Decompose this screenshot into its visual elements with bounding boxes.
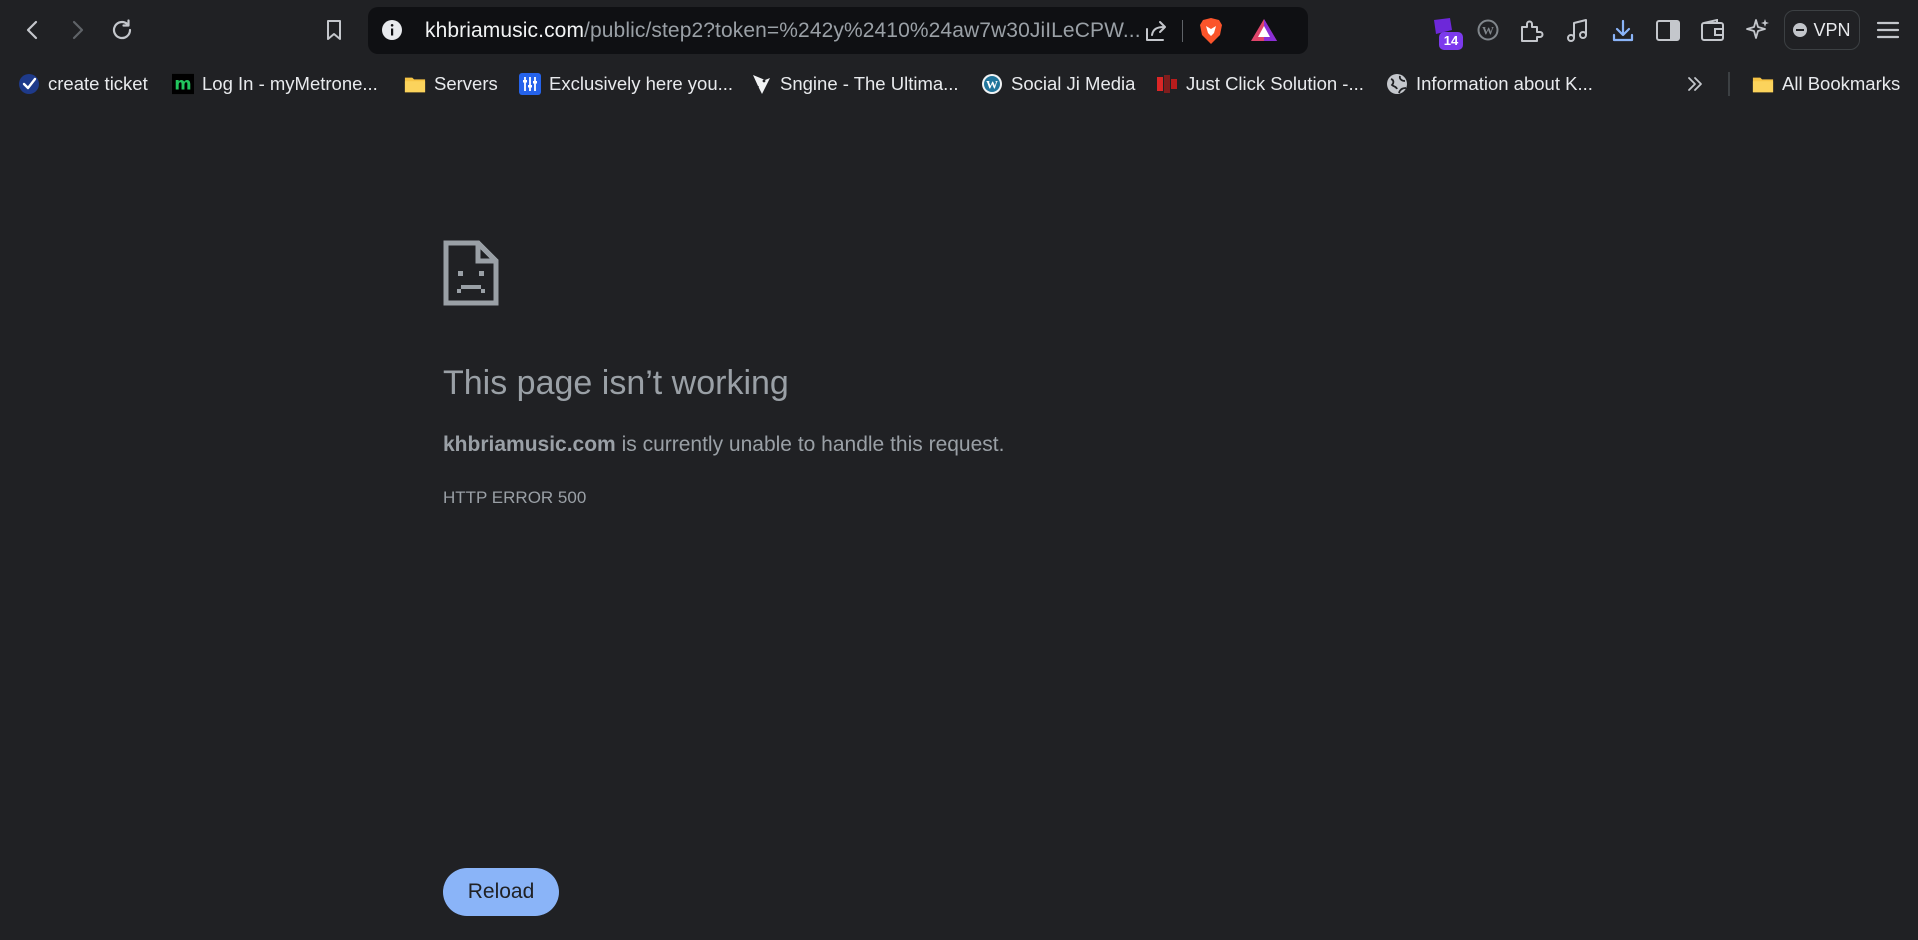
svg-text:m: m xyxy=(174,75,191,94)
bookmark-label: create ticket xyxy=(48,73,148,94)
sliders-icon xyxy=(519,73,541,95)
brave-shields-icon[interactable] xyxy=(1198,17,1224,45)
share-icon[interactable] xyxy=(1143,19,1169,43)
error-host: khbriamusic.com xyxy=(443,433,616,456)
bookmark-sngine[interactable]: Sngine - The Ultima... xyxy=(750,69,959,99)
download-icon[interactable] xyxy=(1611,18,1635,44)
bookmark-label: Servers xyxy=(434,73,498,94)
url-path: /public/step2?token=%242y%2410%24aw7w30J… xyxy=(584,19,1141,42)
svg-text:W: W xyxy=(1482,24,1494,38)
bookmark-just-click-solution[interactable]: Just Click Solution -... xyxy=(1156,69,1364,99)
svg-text:W: W xyxy=(986,78,998,92)
bookmark-log-in-mymetronome[interactable]: m Log In - myMetrone... xyxy=(172,69,378,99)
back-button[interactable] xyxy=(15,12,51,48)
vpn-status-icon xyxy=(1793,23,1808,37)
address-divider xyxy=(1182,20,1183,42)
bookmark-page-button[interactable] xyxy=(316,12,352,48)
wallet-icon[interactable] xyxy=(1700,19,1726,43)
extensions-puzzle-icon[interactable] xyxy=(1518,18,1544,44)
reload-button[interactable]: Reload xyxy=(443,868,559,916)
double-chevron-right-icon xyxy=(1684,73,1706,95)
bookmarks-divider xyxy=(1728,72,1730,96)
wordpress-extension-icon[interactable]: W xyxy=(1477,19,1499,41)
bookmark-create-ticket[interactable]: create ticket xyxy=(18,69,148,99)
leo-ai-sparkle-icon[interactable] xyxy=(1745,17,1771,43)
error-message-text: is currently unable to handle this reque… xyxy=(615,433,1005,456)
extension-badge: 14 xyxy=(1439,32,1463,50)
jcs-logo-icon xyxy=(1156,73,1178,95)
all-bookmarks-label: All Bookmarks xyxy=(1782,73,1901,94)
url-text: khbriamusic.com/public/step2?token=%242y… xyxy=(425,19,1141,43)
address-bar[interactable]: khbriamusic.com/public/step2?token=%242y… xyxy=(368,7,1308,54)
forward-arrow-icon xyxy=(72,20,84,40)
bookmark-label: Sngine - The Ultima... xyxy=(780,73,959,94)
music-note-icon[interactable] xyxy=(1565,18,1589,44)
error-message: khbriamusic.com is currently unable to h… xyxy=(443,433,1004,457)
bookmark-icon xyxy=(327,20,341,40)
bird-icon xyxy=(750,73,772,95)
url-host: khbriamusic.com xyxy=(425,19,585,42)
bookmark-label: Log In - myMetrone... xyxy=(202,73,378,94)
sad-document-icon xyxy=(443,240,499,306)
error-code: HTTP ERROR 500 xyxy=(443,488,587,507)
bookmark-information-about[interactable]: Information about K... xyxy=(1386,69,1593,99)
back-arrow-icon xyxy=(26,20,38,40)
vpn-label: VPN xyxy=(1813,19,1851,40)
wordpress-icon: W xyxy=(981,73,1003,95)
folder-icon xyxy=(404,73,426,95)
refresh-icon xyxy=(112,19,132,40)
vpn-button[interactable]: VPN xyxy=(1784,10,1860,50)
bookmark-servers-folder[interactable]: Servers xyxy=(404,69,498,99)
metronome-m-icon: m xyxy=(172,73,194,95)
globe-icon xyxy=(1386,73,1408,95)
bookmark-label: Just Click Solution -... xyxy=(1186,73,1364,94)
folder-icon xyxy=(1752,73,1774,95)
checkmark-circle-icon xyxy=(18,73,40,95)
site-info-icon[interactable] xyxy=(381,19,403,41)
bookmark-label: Information about K... xyxy=(1416,73,1593,94)
reload-toolbar-button[interactable] xyxy=(104,12,140,48)
bookmark-label: Exclusively here you... xyxy=(549,73,734,94)
hamburger-menu-icon[interactable] xyxy=(1876,19,1900,41)
browser-toolbar: khbriamusic.com/public/step2?token=%242y… xyxy=(0,0,1918,62)
sidebar-toggle-icon[interactable] xyxy=(1655,19,1681,43)
bookmarks-overflow-button[interactable] xyxy=(1684,69,1706,99)
bookmarks-bar: create ticket m Log In - myMetrone... Se… xyxy=(0,62,1918,106)
brave-rewards-icon[interactable] xyxy=(1250,17,1278,43)
error-title: This page isn’t working xyxy=(443,364,789,402)
all-bookmarks-folder[interactable]: All Bookmarks xyxy=(1752,69,1900,99)
bookmark-social-ji-media[interactable]: W Social Ji Media xyxy=(981,69,1135,99)
bookmark-label: Social Ji Media xyxy=(1011,73,1136,94)
forward-button[interactable] xyxy=(59,12,95,48)
bookmark-exclusively-here[interactable]: Exclusively here you... xyxy=(519,69,733,99)
